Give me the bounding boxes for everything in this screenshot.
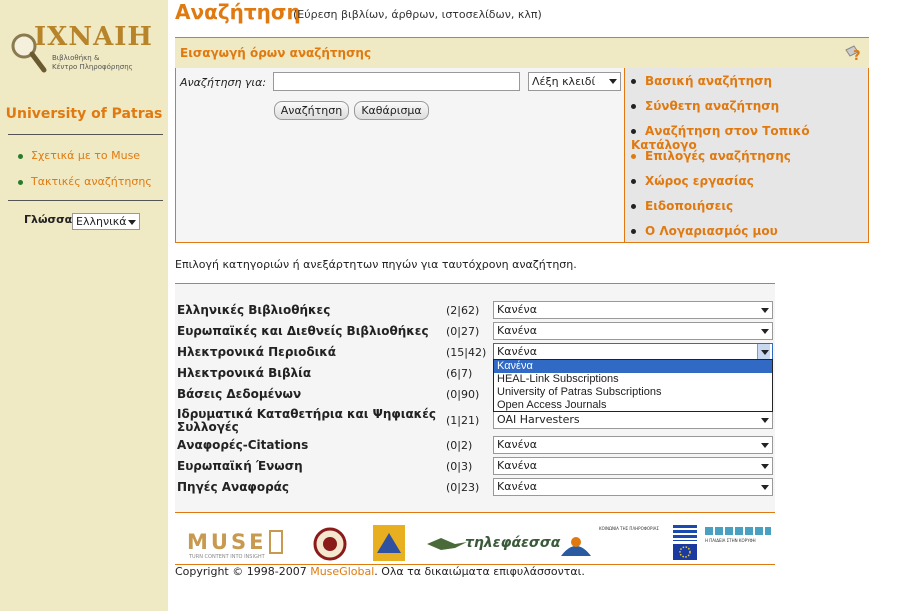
local-catalog-link[interactable]: Αναζήτηση στον Τοπικό Κατάλογο — [631, 124, 868, 152]
sponsor-logos: MUSE TURN CONTENT INTO INSIGHT τηλεφάεσσ… — [175, 522, 775, 565]
source-name: Πηγές Αναφοράς — [177, 480, 290, 494]
search-form: Αναζήτηση για: Λέξη κλειδί Αναζήτηση Καθ… — [175, 68, 624, 243]
source-count: (6|7) — [446, 367, 473, 380]
search-input[interactable] — [273, 72, 520, 91]
university-seal-icon[interactable] — [313, 527, 347, 561]
source-count: (0|3) — [446, 460, 473, 473]
source-name: Ηλεκτρονικά Βιβλία — [177, 366, 312, 380]
chevron-down-icon — [758, 437, 770, 453]
basic-search-link[interactable]: Βασική αναζήτηση — [631, 74, 772, 88]
info-society-logo-icon[interactable] — [559, 532, 593, 560]
museglobal-link[interactable]: MuseGlobal — [310, 565, 374, 578]
divider — [8, 200, 163, 201]
copyright-footer: Copyright © 1998-2007 MuseGlobal. Ολα τα… — [175, 565, 585, 578]
page-subtitle: (Εύρεση βιβλίων, άρθρων, ιστοσελίδων, κλ… — [293, 8, 542, 21]
search-panel-header: Εισαγωγή όρων αναζήτησης ? — [175, 37, 869, 69]
tilefaessa-emblem-icon — [427, 538, 467, 550]
bullet-icon — [631, 104, 636, 109]
search-options-menu: Βασική αναζήτηση Σύνθετη αναζήτηση Αναζή… — [624, 68, 869, 243]
muse-tagline: TURN CONTENT INTO INSIGHT — [189, 554, 265, 560]
source-name: Ελληνικές Βιβλιοθήκες — [177, 303, 331, 317]
logo-line2: Κέντρο Πληροφόρησης — [52, 63, 133, 71]
source-count: (1|21) — [446, 414, 480, 427]
chevron-down-icon — [758, 479, 770, 495]
chevron-down-icon — [758, 302, 770, 318]
sidebar: IXNAIH Βιβλιοθήκη & Κέντρο Πληροφόρησης … — [0, 0, 168, 611]
ministry-logo-icon[interactable] — [373, 525, 405, 561]
svg-text:?: ? — [853, 49, 861, 62]
logo-title: IXNAIH — [34, 22, 154, 52]
chevron-down-icon — [606, 73, 618, 90]
muse-emblem-icon — [269, 530, 283, 554]
source-select[interactable]: Κανένα — [493, 436, 773, 454]
divider — [8, 134, 163, 135]
source-name: Ιδρυματικά Καταθετήρια και Ψηφιακές Συλλο… — [177, 407, 437, 434]
bullet-icon — [18, 179, 23, 185]
info-society-text: ΚΟΙΝΩΝΙΑ ΤΗΣ ΠΛΗΡΟΦΟΡΙΑΣ — [599, 526, 659, 531]
logo-line1: Βιβλιοθήκη & — [52, 54, 100, 62]
source-select[interactable]: Κανένα — [493, 457, 773, 475]
tilefaessa-logo[interactable]: τηλεφάεσσα — [465, 535, 560, 551]
clear-button[interactable]: Καθάρισμα — [354, 101, 429, 120]
bullet-icon — [631, 204, 636, 209]
dropdown-option[interactable]: HEAL-Link Subscriptions — [494, 373, 772, 386]
university-name: University of Patras — [5, 106, 163, 122]
paideia-logo-icon[interactable] — [705, 527, 771, 535]
advanced-search-link[interactable]: Σύνθετη αναζήτηση — [631, 99, 779, 113]
language-label: Γλώσσα: — [24, 213, 77, 226]
bullet-icon — [631, 179, 636, 184]
dropdown-option[interactable]: Open Access Journals — [494, 399, 772, 412]
source-select[interactable]: Κανένα — [493, 301, 773, 319]
source-count: (0|27) — [446, 325, 480, 338]
library-logo[interactable]: IXNAIH Βιβλιοθήκη & Κέντρο Πληροφόρησης — [8, 22, 158, 78]
paideia-text: Η ΠΑΙΔΕΙΑ ΣΤΗΝ ΚΟΡΥΦΗ — [705, 538, 756, 543]
about-muse-link[interactable]: Σχετικά με το Muse — [18, 149, 140, 162]
journals-dropdown-list: Κανένα HEAL-Link Subscriptions Universit… — [493, 359, 773, 412]
bullet-icon — [631, 79, 636, 84]
chevron-down-icon — [758, 458, 770, 474]
chevron-down-icon — [757, 344, 770, 360]
source-count: (2|62) — [446, 304, 480, 317]
source-select[interactable]: Κανένα — [493, 478, 773, 496]
source-count: (0|2) — [446, 439, 473, 452]
source-select[interactable]: OAI Harvesters — [493, 411, 773, 429]
chevron-down-icon — [758, 412, 770, 428]
workspace-link[interactable]: Χώρος εργασίας — [631, 174, 754, 188]
source-select[interactable]: Κανένα — [493, 322, 773, 340]
bullet-icon — [631, 229, 636, 234]
language-select[interactable]: Ελληνικά — [72, 213, 140, 230]
source-count: (15|42) — [446, 346, 487, 359]
source-count: (0|23) — [446, 481, 480, 494]
bullet-icon — [631, 154, 636, 159]
dropdown-option[interactable]: University of Patras Subscriptions — [494, 386, 772, 399]
search-field-select[interactable]: Λέξη κλειδί — [528, 72, 621, 91]
help-icon[interactable]: ? — [843, 44, 861, 62]
source-name: Βάσεις Δεδομένων — [177, 387, 302, 401]
source-name: Αναφορές-Citations — [177, 438, 309, 452]
chevron-down-icon — [125, 214, 137, 229]
source-count: (0|90) — [446, 388, 480, 401]
alerts-link[interactable]: Ειδοποιήσεις — [631, 199, 733, 213]
source-name: Ευρωπαϊκή Ένωση — [177, 459, 303, 473]
search-tactics-link[interactable]: Τακτικές αναζήτησης — [18, 175, 152, 188]
search-button[interactable]: Αναζήτηση — [274, 101, 349, 120]
search-label: Αναζήτηση για: — [180, 76, 267, 89]
source-name: Ηλεκτρονικά Περιοδικά — [177, 345, 337, 359]
sources-intro: Επιλογή κατηγοριών ή ανεξάρτητων πηγών γ… — [175, 258, 577, 271]
bullet-icon — [18, 153, 23, 159]
muse-logo[interactable]: MUSE — [187, 530, 266, 554]
my-account-link[interactable]: Ο Λογαριασμός μου — [631, 224, 778, 238]
dropdown-option[interactable]: Κανένα — [494, 360, 772, 373]
bullet-icon — [631, 129, 636, 134]
chevron-down-icon — [758, 323, 770, 339]
search-options-link[interactable]: Επιλογές αναζήτησης — [631, 149, 791, 163]
source-name: Ευρωπαϊκές και Διεθνείς Βιβλιοθήκες — [177, 324, 429, 338]
page-title: Αναζήτηση — [175, 0, 301, 24]
greece-eu-flags-icon — [673, 525, 697, 560]
panel-title: Εισαγωγή όρων αναζήτησης — [180, 46, 372, 60]
